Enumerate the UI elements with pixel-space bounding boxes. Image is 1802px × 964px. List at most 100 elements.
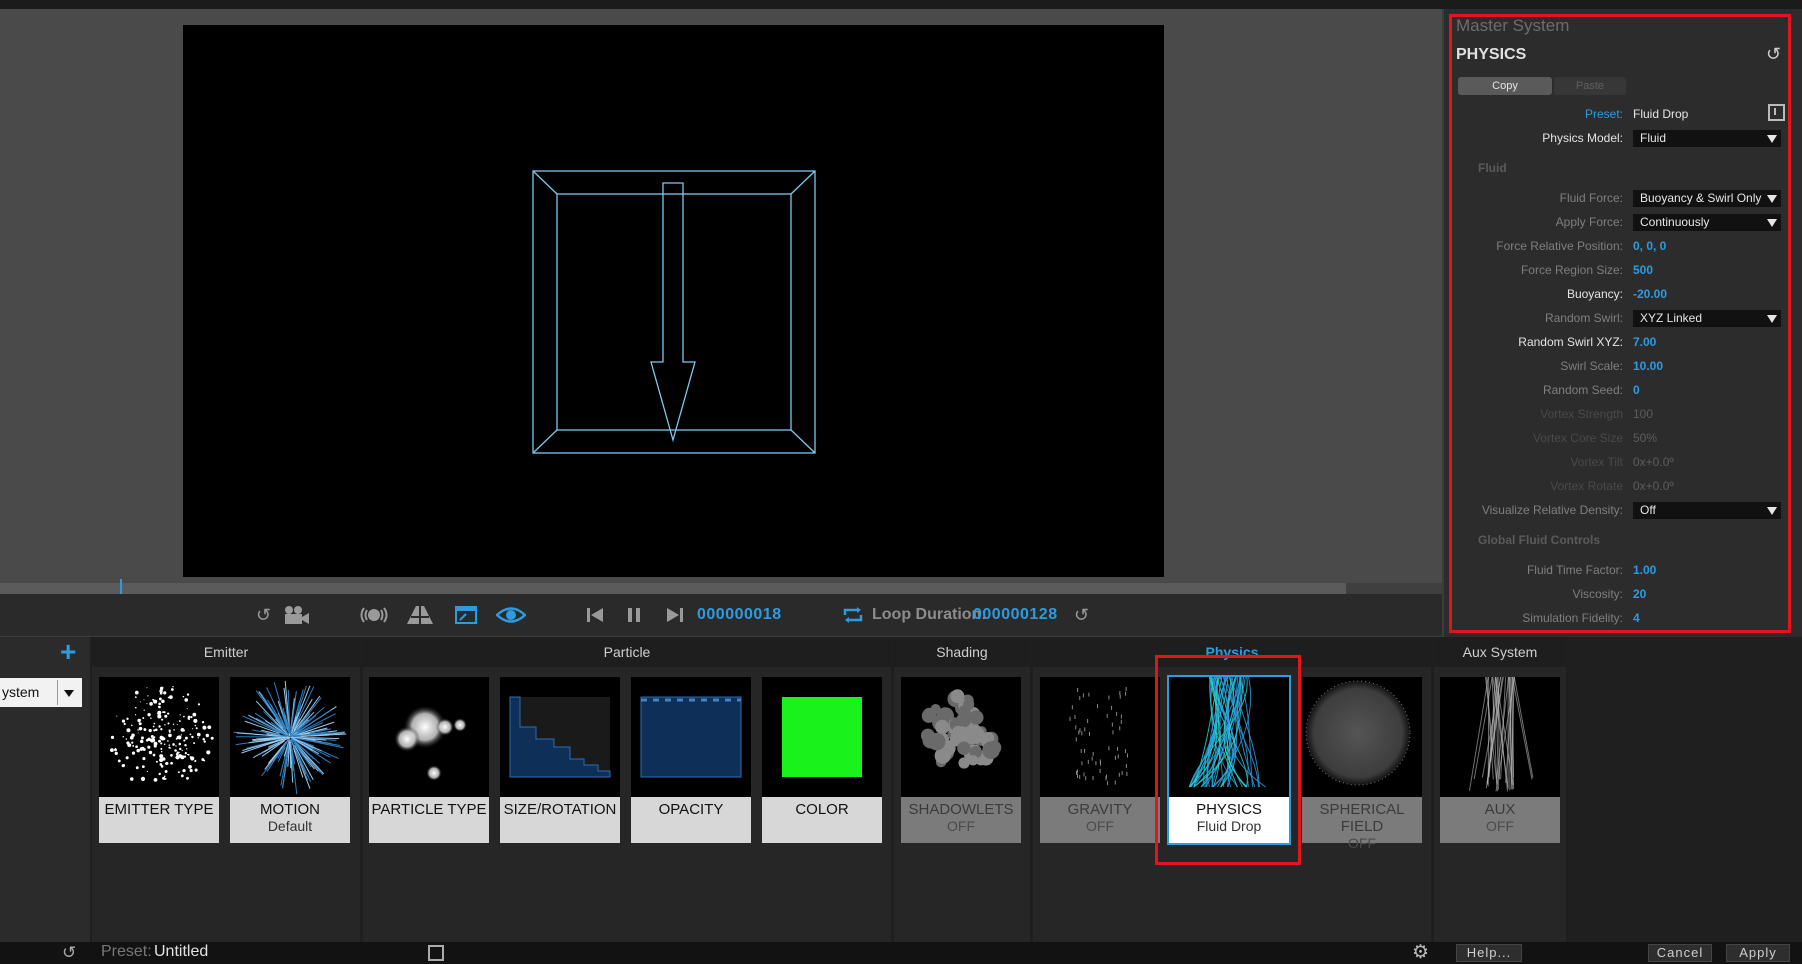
- tile-spherical-field-label: SPHERICAL FIELD OFF: [1302, 797, 1422, 851]
- tile-gravity[interactable]: GRAVITY OFF: [1040, 677, 1160, 843]
- tile-subtitle: OFF: [1348, 835, 1376, 851]
- group-aux-system-title: Aux System: [1434, 637, 1566, 667]
- save-icon[interactable]: [428, 945, 444, 961]
- tile-opacity[interactable]: OPACITY: [631, 677, 751, 843]
- tile-aux[interactable]: AUX OFF: [1440, 677, 1560, 843]
- tile-gravity-label: GRAVITY OFF: [1040, 797, 1160, 843]
- copy-button[interactable]: Copy: [1458, 77, 1552, 95]
- group-shading-title: Shading: [894, 637, 1030, 667]
- size-rotation-thumbnail: [500, 677, 620, 797]
- skip-to-end-icon[interactable]: [666, 604, 684, 626]
- system-selector[interactable]: ystem: [0, 678, 82, 707]
- random-swirl-dropdown[interactable]: XYZ Linked: [1633, 310, 1781, 327]
- preview-canvas[interactable]: [183, 25, 1164, 577]
- fluid-force-label: Fluid Force:: [1559, 191, 1623, 205]
- color-swatch: [782, 697, 862, 777]
- tile-color[interactable]: COLOR: [762, 677, 882, 843]
- tile-title: GRAVITY: [1067, 801, 1133, 818]
- camera-icon[interactable]: [282, 604, 310, 626]
- loop-icon[interactable]: [842, 604, 864, 626]
- fluid-section-heading: Fluid: [1478, 161, 1507, 175]
- pause-icon[interactable]: [625, 604, 643, 626]
- vortex-rotate-value: 0x+0.0º: [1633, 479, 1674, 493]
- save-preset-icon[interactable]: [1768, 104, 1785, 121]
- paste-button[interactable]: Paste: [1554, 77, 1626, 95]
- status-bar: [0, 942, 1802, 964]
- physics-model-label: Physics Model:: [1542, 131, 1623, 145]
- grid-perspective-icon[interactable]: [406, 604, 434, 626]
- buoyancy-value[interactable]: -20.00: [1633, 287, 1667, 301]
- gear-icon[interactable]: ⚙: [1412, 941, 1429, 964]
- visualize-density-dropdown[interactable]: Off: [1633, 502, 1781, 519]
- add-system-button[interactable]: +: [60, 637, 76, 667]
- vortex-core-size-label: Vortex Core Size: [1532, 431, 1623, 445]
- system-selector-value: ystem: [2, 684, 40, 700]
- viscosity-label: Viscosity:: [1572, 587, 1623, 601]
- tile-particle-type[interactable]: PARTICLE TYPE: [369, 677, 489, 843]
- tile-title: COLOR: [795, 801, 849, 818]
- group-particle-title: Particle: [363, 637, 891, 667]
- tile-color-label: COLOR: [762, 797, 882, 843]
- swirl-scale-value[interactable]: 10.00: [1633, 359, 1663, 373]
- random-swirl-label: Random Swirl:: [1544, 311, 1623, 325]
- chevron-down-icon: [1767, 219, 1777, 227]
- tile-subtitle: OFF: [1086, 818, 1114, 834]
- tile-title: OPACITY: [658, 801, 724, 818]
- random-seed-value[interactable]: 0: [1633, 383, 1640, 397]
- tile-title: PARTICLE TYPE: [371, 801, 487, 818]
- apply-force-dropdown[interactable]: Continuously: [1633, 214, 1781, 231]
- current-frame-readout[interactable]: 000000018: [697, 606, 782, 624]
- visualize-density-value: Off: [1640, 503, 1656, 517]
- tile-size-rotation[interactable]: SIZE/ROTATION: [500, 677, 620, 843]
- system-name: Master System: [1456, 16, 1570, 35]
- tile-shadowlets[interactable]: SHADOWLETS OFF: [901, 677, 1021, 843]
- apply-button[interactable]: Apply: [1726, 944, 1790, 962]
- tile-subtitle: OFF: [1486, 818, 1514, 834]
- viscosity-value[interactable]: 20: [1633, 587, 1646, 601]
- transport-bar: ↺ 000000018 Loop Duration: 000000128 ↺: [0, 594, 1442, 636]
- force-region-size-label: Force Region Size:: [1520, 263, 1623, 277]
- tile-emitter-type[interactable]: EMITTER TYPE: [99, 677, 219, 843]
- physics-model-dropdown[interactable]: Fluid: [1633, 130, 1781, 147]
- force-relative-position-value[interactable]: 0, 0, 0: [1633, 239, 1666, 253]
- preset-value[interactable]: Fluid Drop: [1633, 107, 1688, 121]
- window-top-strip: [0, 0, 1802, 9]
- force-region-size-value[interactable]: 500: [1633, 263, 1653, 277]
- swirl-scale-label: Swirl Scale:: [1560, 359, 1623, 373]
- down-arrow-icon: [650, 182, 696, 443]
- chevron-down-icon: [1767, 195, 1777, 203]
- simulation-fidelity-label: Simulation Fidelity:: [1522, 611, 1623, 625]
- status-preset-value[interactable]: Untitled: [154, 943, 208, 961]
- eye-icon[interactable]: [496, 604, 526, 626]
- undo-camera-icon[interactable]: ↺: [256, 604, 271, 626]
- skip-to-start-icon[interactable]: [586, 604, 604, 626]
- chevron-down-icon: [1767, 135, 1777, 143]
- vortex-strength-label: Vortex Strength: [1540, 407, 1623, 421]
- tile-title: EMITTER TYPE: [104, 801, 214, 818]
- fluid-force-dropdown[interactable]: Buoyancy & Swirl Only: [1633, 190, 1781, 207]
- help-button[interactable]: Help...: [1456, 944, 1522, 962]
- cancel-button[interactable]: Cancel: [1648, 944, 1712, 962]
- random-swirl-value: XYZ Linked: [1640, 311, 1703, 325]
- viewer-area: [0, 9, 1442, 583]
- tile-aux-label: AUX OFF: [1440, 797, 1560, 843]
- view-window-icon[interactable]: [455, 604, 477, 626]
- reset-loop-icon[interactable]: ↺: [1074, 604, 1089, 626]
- loop-duration-value[interactable]: 000000128: [973, 606, 1058, 624]
- tile-motion[interactable]: MOTION Default: [230, 677, 350, 843]
- physics-model-value: Fluid: [1640, 131, 1667, 145]
- preset-label: Preset:: [1584, 107, 1623, 121]
- random-swirl-xyz-value[interactable]: 7.00: [1633, 335, 1656, 349]
- reset-preset-icon[interactable]: ↺: [62, 943, 76, 963]
- vortex-tilt-value: 0x+0.0º: [1633, 455, 1674, 469]
- random-seed-label: Random Seed:: [1542, 383, 1623, 397]
- physics-preview-graphic: [532, 170, 816, 454]
- tile-spherical-field[interactable]: SPHERICAL FIELD OFF: [1302, 677, 1422, 851]
- vortex-strength-value: 100: [1633, 407, 1654, 421]
- reset-icon[interactable]: ↺: [1766, 44, 1781, 65]
- simulation-fidelity-value[interactable]: 4: [1633, 611, 1640, 625]
- motion-blur-icon[interactable]: [358, 604, 390, 626]
- timeline-scrubber[interactable]: [0, 583, 1346, 594]
- fluid-time-factor-value[interactable]: 1.00: [1633, 563, 1656, 577]
- status-preset-label: Preset:: [101, 943, 152, 960]
